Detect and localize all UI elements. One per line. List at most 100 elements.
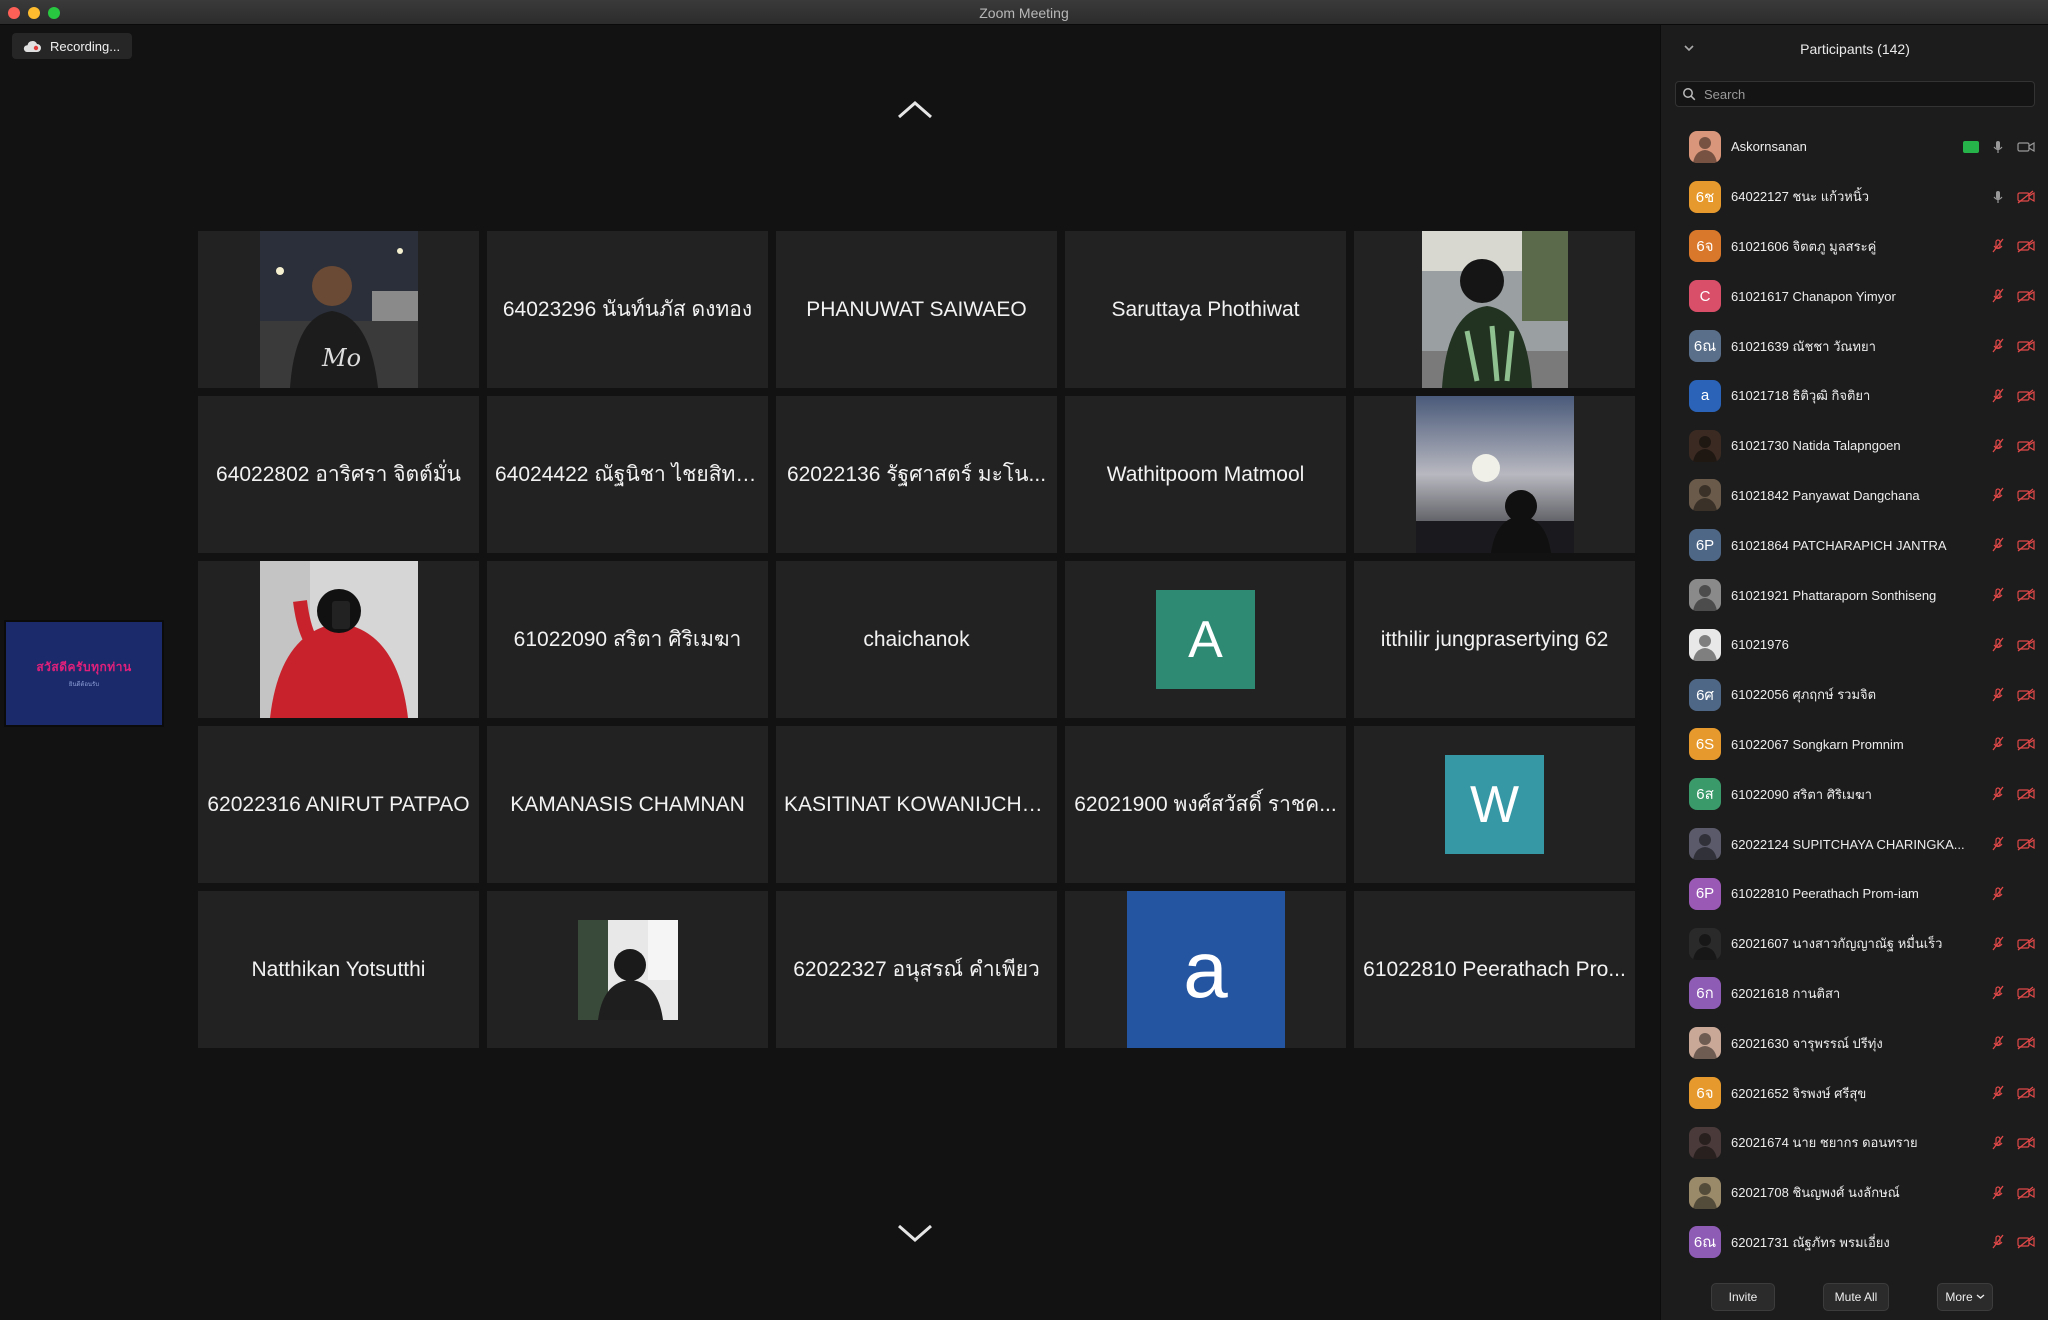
video-camera-off-icon[interactable] xyxy=(2017,438,2035,454)
video-camera-off-icon[interactable] xyxy=(2017,537,2035,553)
video-camera-off-icon[interactable] xyxy=(2017,985,2035,1001)
next-page-arrow-icon[interactable] xyxy=(893,1220,937,1246)
video-tile[interactable]: Wathitpoom Matmool xyxy=(1065,396,1346,553)
video-camera-off-icon[interactable] xyxy=(2017,189,2035,205)
video-camera-off-icon[interactable] xyxy=(2017,1185,2035,1201)
video-camera-icon[interactable] xyxy=(2017,139,2035,155)
video-camera-off-icon[interactable] xyxy=(2017,1135,2035,1151)
microphone-muted-icon[interactable] xyxy=(1989,936,2007,952)
microphone-muted-icon[interactable] xyxy=(1989,487,2007,503)
microphone-muted-icon[interactable] xyxy=(1989,537,2007,553)
video-tile[interactable] xyxy=(1354,396,1635,553)
shared-screen-thumbnail[interactable]: สวัสดีครับทุกท่าน ยินดีต้อนรับ xyxy=(4,620,164,727)
microphone-muted-icon[interactable] xyxy=(1989,587,2007,603)
microphone-muted-icon[interactable] xyxy=(1989,1085,2007,1101)
video-tile[interactable] xyxy=(487,891,768,1048)
participant-search[interactable] xyxy=(1675,81,2035,107)
video-tile[interactable]: Saruttaya Phothiwat xyxy=(1065,231,1346,388)
video-tile[interactable]: Mo xyxy=(198,231,479,388)
video-camera-off-icon[interactable] xyxy=(2017,1085,2035,1101)
video-tile[interactable]: 64024422 ณัฐนิชา ไชยสิทธิ์... xyxy=(487,396,768,553)
microphone-muted-icon[interactable] xyxy=(1989,238,2007,254)
video-camera-off-icon[interactable] xyxy=(2017,786,2035,802)
microphone-muted-icon[interactable] xyxy=(1989,288,2007,304)
microphone-muted-icon[interactable] xyxy=(1989,1234,2007,1250)
video-tile[interactable]: 62022316 ANIRUT PATPAO xyxy=(198,726,479,883)
microphone-icon[interactable] xyxy=(1989,139,2007,155)
video-camera-off-icon[interactable] xyxy=(2017,936,2035,952)
search-input[interactable] xyxy=(1702,85,2026,103)
video-tile[interactable]: KASITINAT KOWANIJCHK... xyxy=(776,726,1057,883)
participant-row[interactable]: 62021607 นางสาวกัญญาณัฐ หมื่นเร็ว xyxy=(1661,919,2048,969)
microphone-muted-icon[interactable] xyxy=(1989,388,2007,404)
video-tile[interactable]: 64023296 นันท์นภัส ดงทอง xyxy=(487,231,768,388)
video-tile[interactable]: A xyxy=(1065,561,1346,718)
microphone-muted-icon[interactable] xyxy=(1989,338,2007,354)
participant-row[interactable]: 6P 61021864 PATCHARAPICH JANTRA xyxy=(1661,520,2048,570)
video-camera-off-icon[interactable] xyxy=(2017,736,2035,752)
microphone-muted-icon[interactable] xyxy=(1989,1035,2007,1051)
video-tile[interactable]: a xyxy=(1065,891,1346,1048)
microphone-muted-icon[interactable] xyxy=(1989,786,2007,802)
participant-row[interactable]: 6ส 61022090 สริตา ศิริเมฆา xyxy=(1661,769,2048,819)
video-camera-off-icon[interactable] xyxy=(2017,587,2035,603)
participant-row[interactable]: 62022124 SUPITCHAYA CHARINGKA... xyxy=(1661,819,2048,869)
video-camera-off-icon[interactable] xyxy=(2017,637,2035,653)
microphone-muted-icon[interactable] xyxy=(1989,1135,2007,1151)
participant-row[interactable]: 61021730 Natida Talapngoen xyxy=(1661,421,2048,471)
participant-list[interactable]: Askornsanan 6ช 64022127 ชนะ แก้วหนิ้ว 6จ 610… xyxy=(1661,122,2048,1267)
video-camera-off-icon[interactable] xyxy=(2017,687,2035,703)
video-tile[interactable]: 61022810 Peerathach Pro... xyxy=(1354,891,1635,1048)
microphone-muted-icon[interactable] xyxy=(1989,637,2007,653)
participant-row[interactable]: a 61021718 ธิติวุฒิ กิจติยา xyxy=(1661,371,2048,421)
more-button[interactable]: More xyxy=(1937,1282,1993,1311)
video-camera-off-icon[interactable] xyxy=(2017,338,2035,354)
microphone-muted-icon[interactable] xyxy=(1989,736,2007,752)
participant-row[interactable]: 6P 61022810 Peerathach Prom-iam xyxy=(1661,869,2048,919)
video-camera-off-icon[interactable] xyxy=(2017,288,2035,304)
participant-row[interactable]: 62021674 นาย ชยากร ดอนทราย xyxy=(1661,1118,2048,1168)
video-tile[interactable]: W xyxy=(1354,726,1635,883)
video-tile[interactable]: 62022136 รัฐศาสตร์ มะโน... xyxy=(776,396,1057,553)
participant-row[interactable]: 6ช 64022127 ชนะ แก้วหนิ้ว xyxy=(1661,172,2048,222)
participant-row[interactable]: 6ณ 61021639 ณัชชา วัณทยา xyxy=(1661,321,2048,371)
video-camera-off-icon[interactable] xyxy=(2017,238,2035,254)
video-tile[interactable]: 61022090 สริตา ศิริเมฆา xyxy=(487,561,768,718)
video-camera-off-icon[interactable] xyxy=(2017,487,2035,503)
participant-row[interactable]: 61021976 xyxy=(1661,620,2048,670)
video-tile[interactable]: 64022802 อาริศรา จิตต์มั่น xyxy=(198,396,479,553)
video-tile[interactable]: PHANUWAT SAIWAEO xyxy=(776,231,1057,388)
video-tile[interactable]: 62022327 อนุสรณ์ คำเพียว xyxy=(776,891,1057,1048)
video-tile[interactable]: itthilir jungprasertying 62 xyxy=(1354,561,1635,718)
participant-row[interactable]: 6ก 62021618 กานติสา xyxy=(1661,969,2048,1019)
participant-row[interactable]: 6จ 62021652 จิรพงษ์ ศรีสุข xyxy=(1661,1068,2048,1118)
microphone-muted-icon[interactable] xyxy=(1989,886,2007,902)
participant-row[interactable]: 6ณ 62021731 ณัฐภัทร พรมเอี่ยง xyxy=(1661,1218,2048,1268)
participant-row[interactable]: 6S 61022067 Songkarn Promnim xyxy=(1661,720,2048,770)
microphone-muted-icon[interactable] xyxy=(1989,836,2007,852)
mute-all-button[interactable]: Mute All xyxy=(1823,1282,1889,1311)
video-tile[interactable] xyxy=(1354,231,1635,388)
video-tile[interactable]: Natthikan Yotsutthi xyxy=(198,891,479,1048)
microphone-icon[interactable] xyxy=(1989,189,2007,205)
video-camera-off-icon[interactable] xyxy=(2017,836,2035,852)
participant-row[interactable]: 61021921 Phattaraporn Sonthiseng xyxy=(1661,570,2048,620)
video-camera-off-icon[interactable] xyxy=(2017,388,2035,404)
video-camera-off-icon[interactable] xyxy=(2017,1035,2035,1051)
previous-page-arrow-icon[interactable] xyxy=(893,97,937,123)
participant-row[interactable]: C 61021617 Chanapon Yimyor xyxy=(1661,271,2048,321)
participant-row[interactable]: 6ศ 61022056 ศุภฤกษ์ รวมจิต xyxy=(1661,670,2048,720)
microphone-muted-icon[interactable] xyxy=(1989,1185,2007,1201)
video-tile[interactable] xyxy=(198,561,479,718)
participant-row[interactable]: Askornsanan xyxy=(1661,122,2048,172)
participant-row[interactable]: 6จ 61021606 จิตตภู มูลสระคู่ xyxy=(1661,222,2048,272)
video-tile[interactable]: chaichanok xyxy=(776,561,1057,718)
chevron-down-icon[interactable] xyxy=(1683,43,1695,53)
video-tile[interactable]: 62021900 พงศ์สวัสดิ์ ราชค... xyxy=(1065,726,1346,883)
microphone-muted-icon[interactable] xyxy=(1989,985,2007,1001)
microphone-muted-icon[interactable] xyxy=(1989,438,2007,454)
video-camera-off-icon[interactable] xyxy=(2017,1234,2035,1250)
invite-button[interactable]: Invite xyxy=(1711,1282,1775,1311)
participant-row[interactable]: 62021630 จารุพรรณ์ ปรีทุ่ง xyxy=(1661,1018,2048,1068)
participant-row[interactable]: 62021708 ชินญพงศ์ นงลักษณ์ xyxy=(1661,1168,2048,1218)
